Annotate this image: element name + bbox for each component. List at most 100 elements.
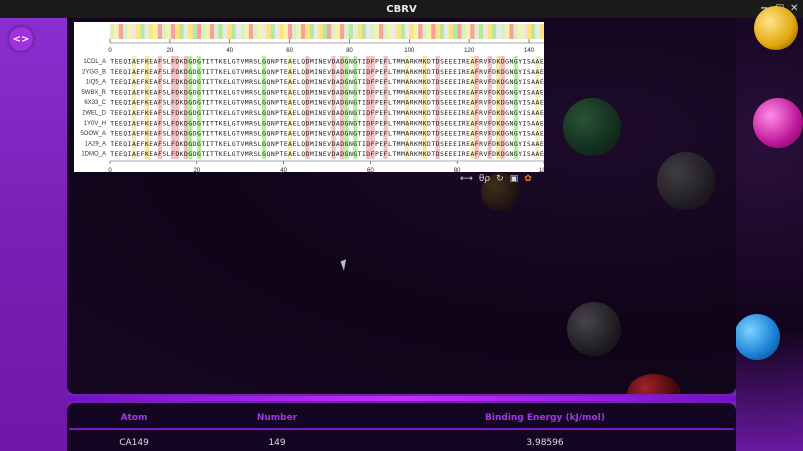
conservation-bar	[331, 24, 336, 39]
sequence-name: 2WEL_D	[82, 111, 107, 117]
top-ruler-label: 60	[286, 48, 293, 54]
top-ruler-label: 100	[404, 48, 415, 54]
conservation-bar	[144, 24, 150, 39]
background-left	[0, 18, 67, 451]
conservation-bar	[366, 24, 371, 39]
bottom-ruler-label: 0	[108, 168, 112, 172]
conservation-bar	[500, 24, 505, 39]
conservation-bar	[235, 24, 241, 39]
conservation-bar	[409, 24, 414, 39]
conservation-bar	[509, 24, 514, 39]
conservation-bar	[322, 24, 327, 39]
conservation-bar	[474, 24, 479, 39]
resize-icon[interactable]: ⟷	[460, 174, 473, 184]
molecule-ball	[754, 6, 798, 50]
residue: E	[540, 78, 544, 86]
conservation-bar	[196, 24, 202, 39]
conservation-bar	[175, 24, 180, 39]
conservation-bar	[162, 24, 167, 39]
conservation-bar	[470, 24, 475, 39]
conservation-bar	[348, 24, 354, 39]
top-ruler-label: 20	[167, 48, 174, 54]
bottom-ruler-label: 60	[367, 168, 374, 172]
window-title: CBRV	[386, 3, 417, 15]
top-ruler-label: 120	[464, 48, 475, 54]
column-header-number: Number	[256, 413, 298, 423]
conservation-bar	[496, 24, 501, 39]
table-cell-number: 149	[268, 438, 286, 448]
refresh-icon[interactable]: ↻	[496, 174, 504, 184]
conservation-bar	[418, 24, 423, 39]
conservation-bar	[227, 24, 232, 39]
residue: E	[540, 119, 544, 127]
conservation-bar	[266, 24, 271, 39]
conservation-bar	[357, 24, 362, 39]
conservation-bar	[292, 24, 297, 39]
top-ruler-label: 0	[108, 48, 112, 54]
conservation-bar	[374, 24, 380, 39]
top-ruler-label: 140	[524, 48, 535, 54]
column-header-atom: Atom	[120, 413, 148, 423]
conservation-bar	[149, 24, 154, 39]
conservation-bar	[279, 24, 284, 39]
bottom-ruler-label: 80	[454, 168, 461, 172]
conservation-bar	[444, 24, 449, 39]
residue: E	[540, 150, 544, 158]
conservation-bar	[274, 24, 280, 39]
sequence-name: 2YGG_B	[82, 69, 106, 75]
residue: E	[540, 88, 544, 96]
sequence-name: 6X33_C	[84, 100, 106, 106]
top-ruler-label: 80	[346, 48, 353, 54]
conservation-bar	[435, 24, 440, 39]
table-cell-binding-energy: 3.98596	[526, 438, 564, 448]
conservation-bar	[483, 24, 488, 39]
conservation-bar	[261, 24, 267, 39]
conservation-bar	[422, 24, 427, 39]
conservation-bar	[340, 24, 345, 39]
conservation-bar	[309, 24, 314, 39]
molecule-ball	[627, 374, 681, 394]
conservation-bar	[344, 24, 349, 39]
conservation-bar	[379, 24, 384, 39]
conservation-bar	[539, 24, 544, 39]
conservation-bar	[123, 24, 128, 39]
conservation-bar	[530, 24, 536, 39]
residue: E	[540, 58, 544, 66]
conservation-bar	[327, 24, 332, 39]
conservation-bar	[244, 24, 249, 39]
conservation-bar	[179, 24, 184, 39]
conservation-bar	[114, 24, 119, 39]
conservation-bar	[431, 24, 436, 39]
conservation-bar	[153, 24, 158, 39]
conservation-bar	[166, 24, 171, 39]
conservation-bar	[465, 24, 471, 39]
conservation-bar	[313, 24, 319, 39]
conservation-bar	[170, 24, 176, 39]
header-underline	[69, 428, 734, 430]
conservation-bar	[257, 24, 262, 39]
conservation-bar	[231, 24, 236, 39]
zoom-icon[interactable]: θρ	[479, 174, 490, 184]
conservation-bar	[383, 24, 388, 39]
sequence-name: 1CDL_A	[83, 59, 106, 65]
save-icon[interactable]: ▣	[510, 174, 519, 184]
conservation-bar	[305, 24, 310, 39]
conservation-bar	[300, 24, 306, 39]
msa-viewer[interactable]: 0 20 40 60 80 100 120 140 1CDL_A T E E Q I A E F K E A F S L F D…	[74, 22, 544, 172]
conservation-bar	[400, 24, 406, 39]
conservation-bar	[426, 24, 432, 39]
panel-divider	[67, 396, 736, 401]
conservation-bar	[461, 24, 466, 39]
molecule-ball	[563, 98, 621, 156]
conservation-bar	[457, 24, 462, 39]
nav-toggle-button[interactable]: <>	[9, 27, 33, 51]
conservation-bar	[452, 24, 458, 39]
conservation-bar	[439, 24, 445, 39]
molecule-ball	[567, 302, 621, 356]
conservation-bar	[183, 24, 189, 39]
conservation-bar	[487, 24, 492, 39]
residue: E	[540, 140, 544, 148]
color-scheme-icon[interactable]: ✿	[524, 174, 532, 184]
conservation-bar	[140, 24, 145, 39]
title-bar: CBRV − □ ✕	[0, 0, 803, 18]
